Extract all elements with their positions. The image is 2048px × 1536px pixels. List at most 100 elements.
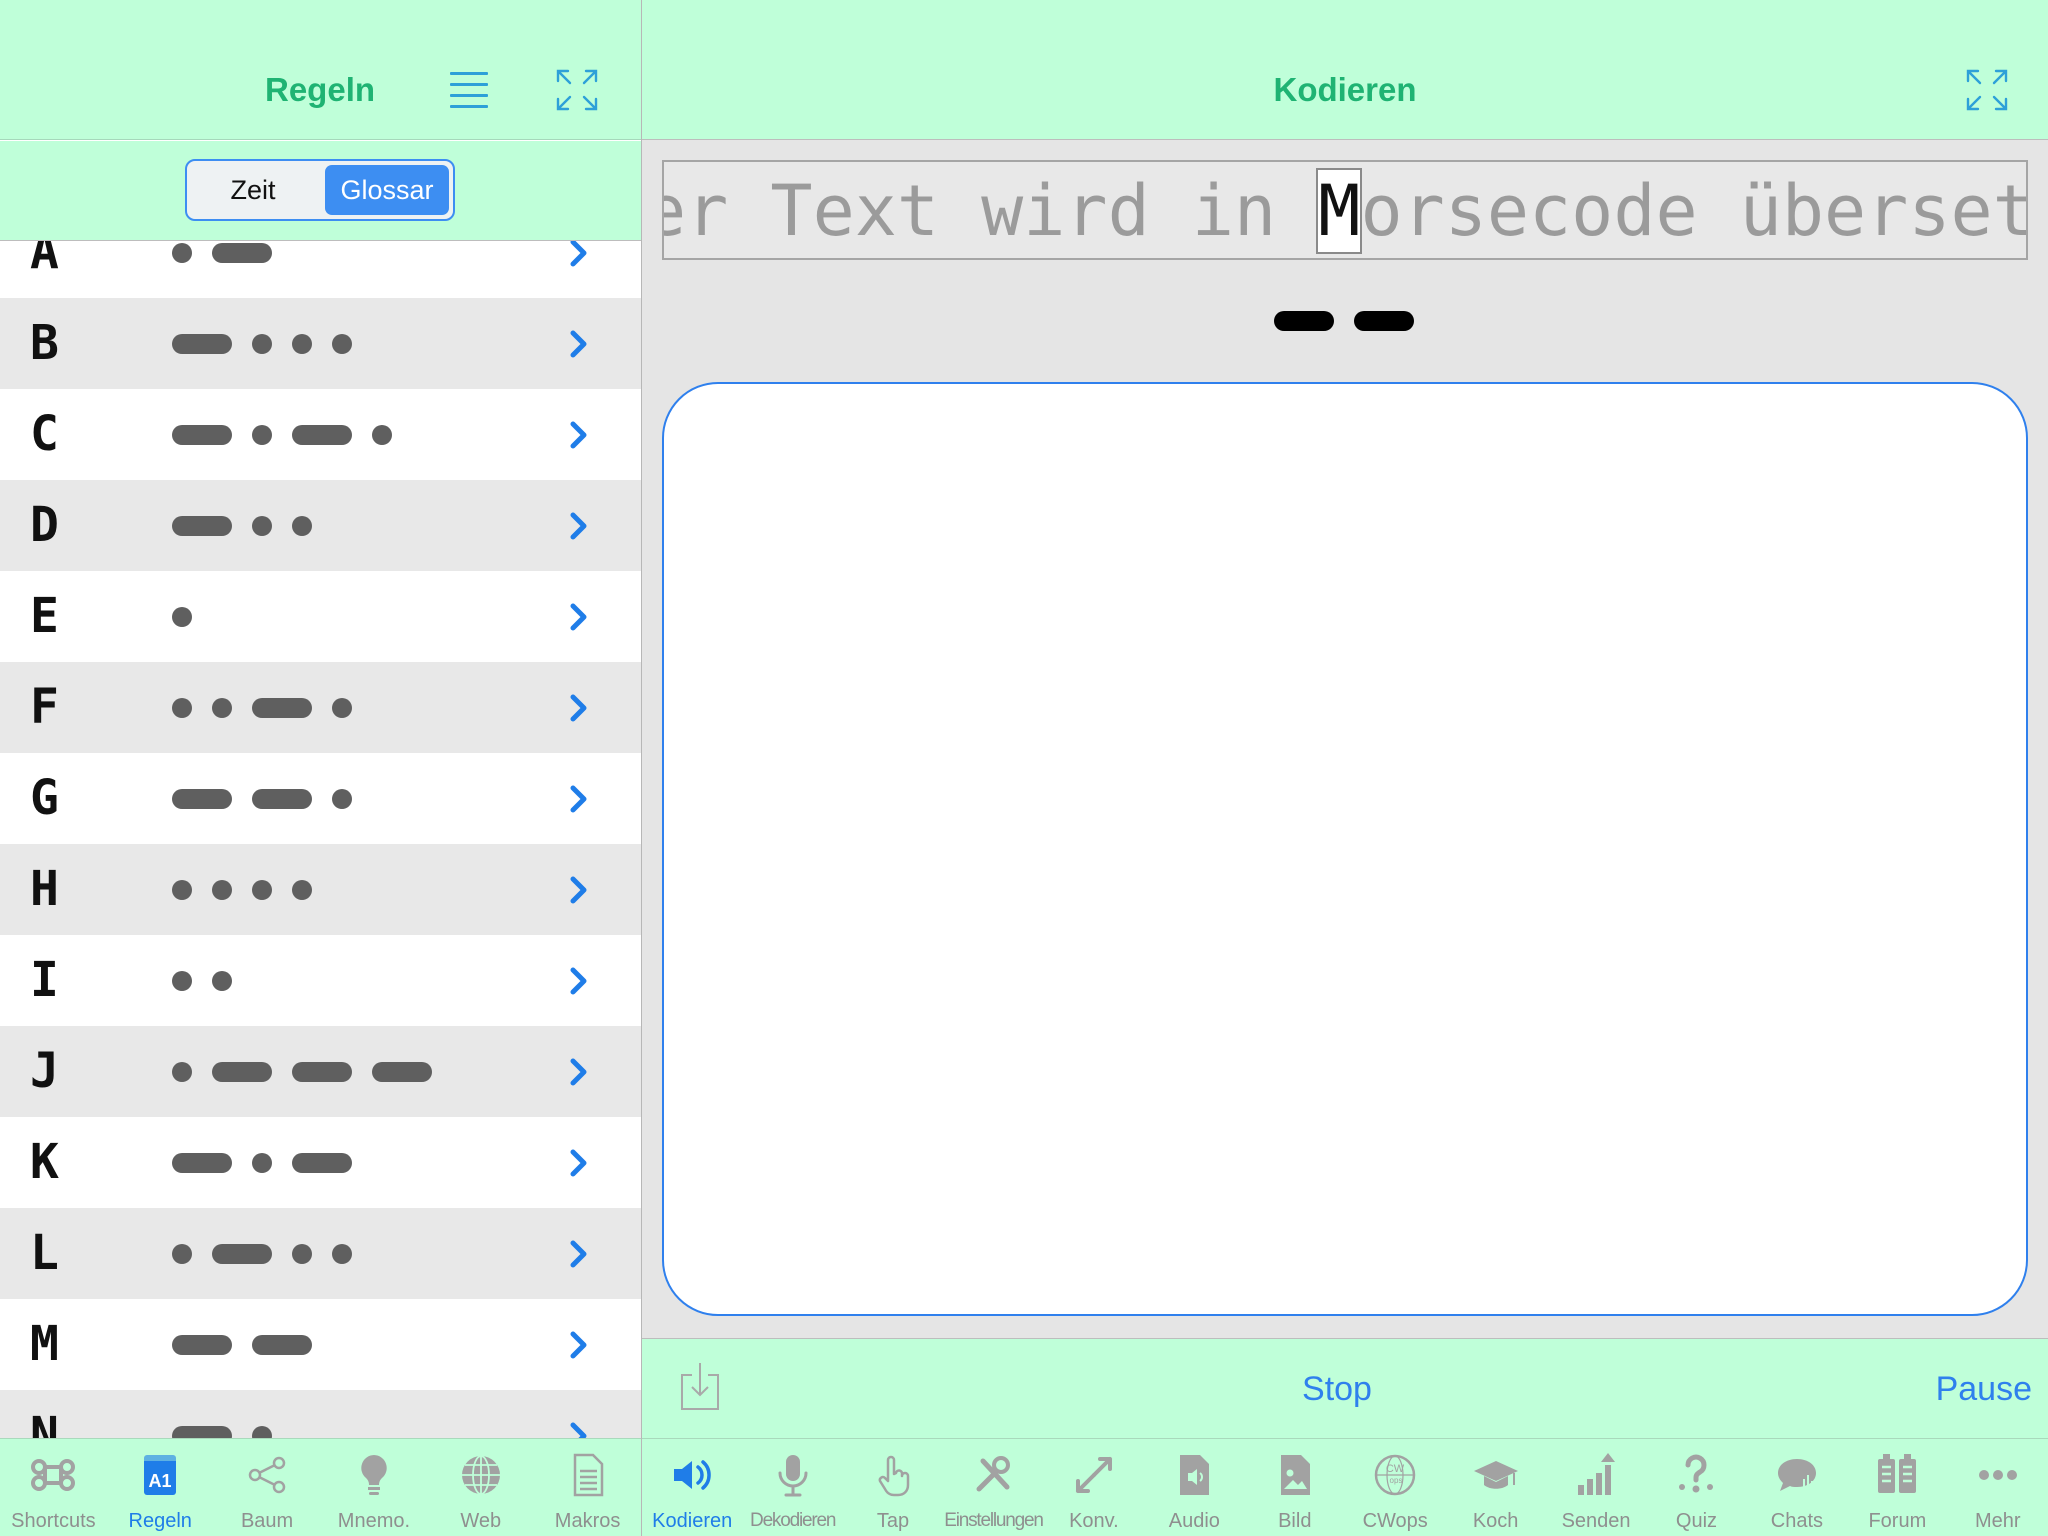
expand-icon[interactable] [1966, 69, 2008, 111]
tab-dekodieren[interactable]: Dekodieren [742, 1439, 842, 1536]
chevron-right-icon[interactable] [567, 966, 593, 996]
tab-regeln[interactable]: A1 Regeln [107, 1439, 214, 1536]
tab-makros[interactable]: Makros [534, 1439, 641, 1536]
pane-divider [641, 0, 642, 1536]
tab-kodieren[interactable]: Kodieren [642, 1439, 742, 1536]
segment-bar: Zeit Glossar [0, 141, 641, 241]
tab-senden[interactable]: Senden [1546, 1439, 1646, 1536]
glossary-row[interactable]: J [0, 1026, 641, 1117]
ticker-text: er Text wird in Morsecode überset [662, 168, 2026, 254]
glossary-letter: N [30, 1407, 59, 1438]
chevron-right-icon[interactable] [567, 693, 593, 723]
tab-baum[interactable]: Baum [214, 1439, 321, 1536]
morse-dot [372, 425, 392, 445]
glossary-row[interactable]: C [0, 389, 641, 480]
tab-shortcuts[interactable]: Shortcuts [0, 1439, 107, 1536]
tab-einstellungen[interactable]: Einstellungen [943, 1439, 1044, 1536]
glossary-row[interactable]: E [0, 571, 641, 662]
tab-audio[interactable]: Audio [1144, 1439, 1244, 1536]
morse-dot [292, 516, 312, 536]
morse-dot [252, 516, 272, 536]
chevron-right-icon[interactable] [567, 1421, 593, 1438]
cwops-globe-icon: CW ops [1371, 1451, 1419, 1499]
menu-icon[interactable] [450, 70, 488, 110]
chevron-right-icon[interactable] [567, 329, 593, 359]
chevron-right-icon[interactable] [567, 1057, 593, 1087]
glossary-row[interactable]: D [0, 480, 641, 571]
tab-quiz[interactable]: Quiz [1646, 1439, 1746, 1536]
audio-file-icon [1170, 1451, 1218, 1499]
glossary-row[interactable]: L [0, 1208, 641, 1299]
glossary-row[interactable]: I [0, 935, 641, 1026]
morse-dot [332, 698, 352, 718]
svg-text:CW: CW [1386, 1463, 1405, 1475]
glossary-list[interactable]: ABCDEFGHIJKLM N [0, 241, 641, 1438]
convert-arrows-icon [1070, 1451, 1118, 1499]
morse-dot [252, 334, 272, 354]
chevron-right-icon[interactable] [567, 241, 593, 268]
tab-forum[interactable]: Forum [1847, 1439, 1947, 1536]
tab-bild[interactable]: Bild [1245, 1439, 1345, 1536]
morse-dash [172, 516, 232, 536]
glossary-letter: J [30, 1043, 59, 1099]
morse-dot [172, 243, 192, 263]
tab-bar-divider [641, 1438, 642, 1536]
ticker-before: er Text wird in [662, 170, 1319, 252]
glossary-letter: I [30, 952, 59, 1008]
chevron-right-icon[interactable] [567, 1330, 593, 1360]
glossary-row[interactable]: F [0, 662, 641, 753]
morse-dash [212, 1062, 272, 1082]
segment-glossar[interactable]: Glossar [325, 165, 449, 215]
glossary-letter: D [30, 497, 59, 553]
morse-dot [172, 698, 192, 718]
rules-a1-icon: A1 [136, 1451, 184, 1499]
glossary-letter: C [30, 406, 59, 462]
question-icon [1672, 1451, 1720, 1499]
share-tree-icon [243, 1451, 291, 1499]
glossary-row[interactable]: K [0, 1117, 641, 1208]
tab-koch[interactable]: Koch [1445, 1439, 1545, 1536]
tab-konv-[interactable]: Konv. [1044, 1439, 1144, 1536]
chevron-right-icon[interactable] [567, 511, 593, 541]
glossary-letter: L [30, 1225, 59, 1281]
glossary-row[interactable]: B [0, 298, 641, 389]
tab-bar: Shortcuts A1 Regeln Baum Mnemo. Web Makros Kodi… [0, 1438, 2048, 1536]
chevron-right-icon[interactable] [567, 602, 593, 632]
tab-chats[interactable]: Chats [1747, 1439, 1847, 1536]
morse-dash [212, 243, 272, 263]
pause-button[interactable]: Pause [1902, 1369, 2032, 1409]
lightbulb-icon [350, 1451, 398, 1499]
segmented-control: Zeit Glossar [185, 159, 455, 221]
download-icon[interactable] [680, 1361, 720, 1411]
morse-dash [1274, 311, 1334, 331]
morse-dash [252, 789, 312, 809]
glossary-row[interactable]: N [0, 1390, 641, 1438]
glossary-row[interactable]: M [0, 1299, 641, 1390]
bar-chart-upload-icon [1572, 1451, 1620, 1499]
tab-cwops[interactable]: CW ops CWops [1345, 1439, 1445, 1536]
left-header: Regeln [0, 0, 641, 140]
chevron-right-icon[interactable] [567, 420, 593, 450]
tab-mnemo-[interactable]: Mnemo. [321, 1439, 428, 1536]
chevron-right-icon[interactable] [567, 784, 593, 814]
input-text-area[interactable] [662, 382, 2028, 1316]
stop-button[interactable]: Stop [1282, 1369, 1392, 1409]
tab-web[interactable]: Web [427, 1439, 534, 1536]
segment-zeit[interactable]: Zeit [191, 165, 315, 215]
chevron-right-icon[interactable] [567, 1239, 593, 1269]
glossary-row[interactable]: H [0, 844, 641, 935]
command-icon [29, 1451, 77, 1499]
tab-mehr[interactable]: Mehr [1948, 1439, 2048, 1536]
morse-dash [252, 1335, 312, 1355]
expand-icon[interactable] [556, 69, 598, 111]
left-panel: Regeln Zeit Glossar ABCDEFGHIJKLM N [0, 0, 641, 1536]
morse-dash [172, 1426, 232, 1438]
chevron-right-icon[interactable] [567, 875, 593, 905]
morse-dot [172, 971, 192, 991]
graduation-cap-icon [1472, 1451, 1520, 1499]
morse-dot [172, 880, 192, 900]
chevron-right-icon[interactable] [567, 1148, 593, 1178]
tab-tap[interactable]: Tap [843, 1439, 943, 1536]
glossary-row[interactable]: A [0, 241, 641, 298]
glossary-row[interactable]: G [0, 753, 641, 844]
